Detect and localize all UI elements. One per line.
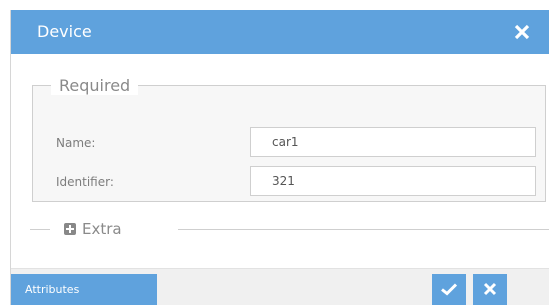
- extra-section: Extra: [30, 220, 549, 239]
- name-label: Name:: [56, 136, 96, 150]
- close-icon: [483, 282, 497, 296]
- device-dialog: Device Required Name: Identifier: Extra …: [10, 10, 549, 305]
- cancel-button[interactable]: [473, 274, 507, 305]
- plus-square-icon: [64, 223, 76, 235]
- dialog-footer: Attributes: [11, 268, 549, 305]
- required-fieldset: Required Name: Identifier:: [32, 76, 546, 202]
- extra-divider-right: [178, 229, 549, 230]
- dialog-title: Device: [37, 22, 92, 41]
- check-icon: [441, 283, 457, 296]
- identifier-label: Identifier:: [56, 175, 114, 189]
- attributes-button[interactable]: Attributes: [11, 274, 157, 305]
- save-button[interactable]: [432, 274, 466, 305]
- extra-divider-left: [30, 229, 50, 230]
- dialog-body: Required Name: Identifier: Extra: [11, 54, 549, 269]
- extra-label: Extra: [82, 220, 122, 238]
- identifier-field[interactable]: [250, 166, 536, 196]
- close-icon: [514, 24, 530, 40]
- required-legend: Required: [51, 76, 139, 95]
- close-button[interactable]: [513, 23, 531, 41]
- name-field[interactable]: [250, 127, 536, 157]
- dialog-header: Device: [11, 10, 549, 54]
